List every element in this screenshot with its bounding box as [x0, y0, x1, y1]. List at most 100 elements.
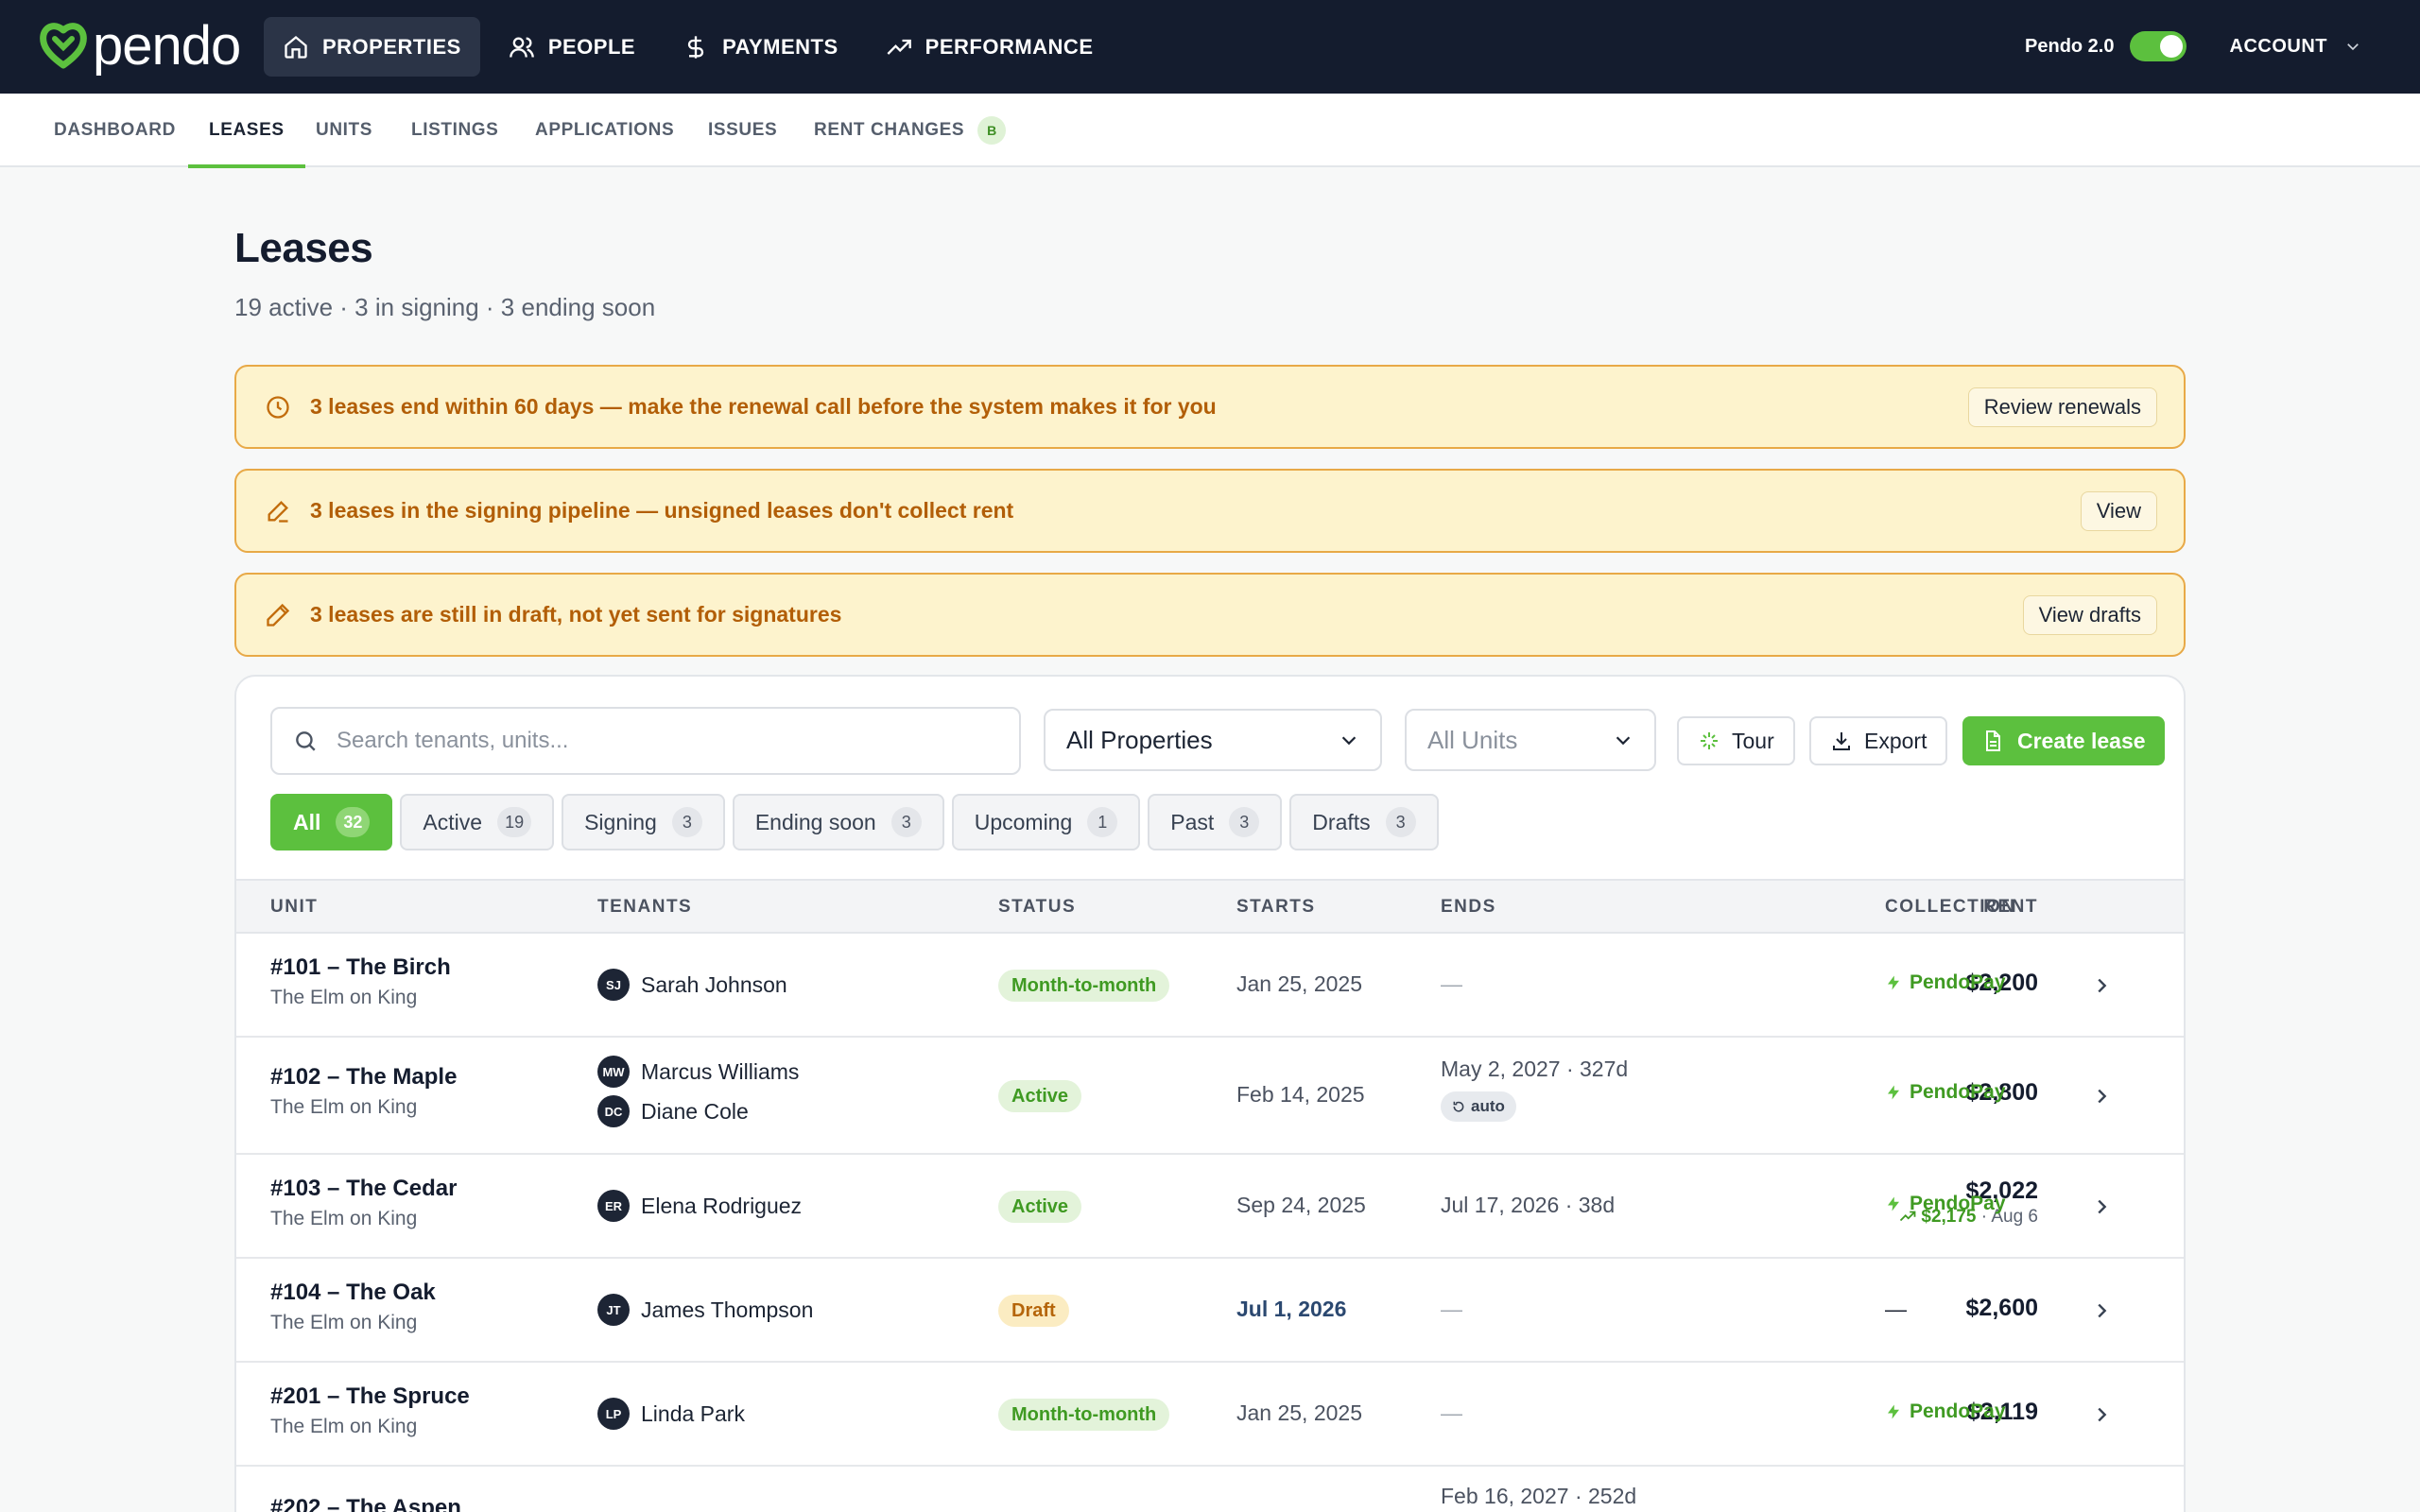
version-toggle[interactable]: [2129, 31, 2187, 61]
filter-ending-soon[interactable]: Ending soon 3: [732, 794, 944, 850]
filter-upcoming[interactable]: Upcoming 1: [951, 794, 1141, 850]
tab-listings[interactable]: LISTINGS: [411, 94, 498, 167]
view-drafts-button[interactable]: View drafts: [2022, 595, 2157, 635]
tab-units[interactable]: UNITS: [316, 94, 372, 167]
tenant[interactable]: LP Linda Park: [597, 1397, 745, 1431]
col-starts[interactable]: STARTS: [1236, 881, 1316, 934]
start-date: Jan 25, 2025: [1236, 1400, 1363, 1425]
nav-properties[interactable]: PROPERTIES: [264, 17, 480, 77]
chevron-right-icon[interactable]: [2091, 1196, 2112, 1217]
col-status[interactable]: STATUS: [998, 881, 1076, 934]
status-badge: Month-to-month: [998, 1399, 1170, 1431]
unit-name[interactable]: #102 – The Maple: [270, 1064, 457, 1091]
filter-signing[interactable]: Signing 3: [562, 794, 725, 850]
nav-payments[interactable]: PAYMENTS: [664, 17, 857, 77]
unit-name[interactable]: #104 – The Oak: [270, 1280, 436, 1306]
review-renewals-button[interactable]: Review renewals: [1967, 387, 2157, 427]
tenant[interactable]: MW Marcus Williams: [597, 1055, 799, 1089]
unit-property: The Elm on King: [270, 1208, 418, 1229]
filter-active[interactable]: Active 19: [400, 794, 555, 850]
table-row[interactable]: #202 – The Aspen Feb 16, 2027 · 252d: [236, 1467, 2184, 1512]
avatar: ER: [597, 1190, 630, 1222]
tenant-name: Linda Park: [641, 1400, 745, 1426]
unit-select[interactable]: All Units: [1405, 709, 1656, 771]
chevron-right-icon[interactable]: [2091, 1300, 2112, 1321]
table-row[interactable]: #201 – The Spruce The Elm on King LP Lind…: [236, 1363, 2184, 1467]
avatar: SJ: [597, 969, 630, 1001]
filter-label: Active: [423, 809, 483, 834]
table-row[interactable]: #104 – The Oak The Elm on King JT James T…: [236, 1259, 2184, 1363]
tab-rent-changes[interactable]: RENT CHANGES B: [814, 94, 1007, 167]
tenant-name: Marcus Williams: [641, 1058, 800, 1084]
tab-issues[interactable]: ISSUES: [708, 94, 777, 167]
auto-renew-label: auto: [1471, 1097, 1505, 1115]
col-unit[interactable]: UNIT: [270, 881, 318, 934]
end-date: —: [1441, 971, 1462, 996]
unit-name[interactable]: #101 – The Birch: [270, 954, 451, 981]
chevron-right-icon[interactable]: [2091, 975, 2112, 996]
tenant-name: Sarah Johnson: [641, 971, 787, 997]
chevron-right-icon[interactable]: [2091, 1404, 2112, 1425]
filter-all[interactable]: All 32: [270, 794, 393, 850]
unit-name[interactable]: #201 – The Spruce: [270, 1383, 470, 1410]
page-title: Leases: [234, 225, 373, 271]
signing-alert-banner: 3 leases in the signing pipeline — unsig…: [234, 469, 2186, 553]
collection-label: PendoPay: [1910, 1081, 2006, 1103]
filter-count: 1: [1087, 807, 1118, 837]
chevron-right-icon[interactable]: [2091, 1086, 2112, 1107]
tenant[interactable]: JT James Thompson: [597, 1293, 813, 1327]
search-box[interactable]: [270, 707, 1021, 775]
property-select[interactable]: All Properties: [1044, 709, 1382, 771]
clock-icon: [267, 395, 289, 419]
create-lease-label: Create lease: [2017, 728, 2146, 753]
col-collection[interactable]: COLLECTION: [1885, 881, 2016, 934]
export-button[interactable]: Export: [1809, 716, 1948, 765]
leases-card: All Properties All Units Tour Export Cre…: [234, 675, 2186, 1512]
unit-cell: #202 – The Aspen: [270, 1495, 461, 1512]
tab-leases[interactable]: LEASES: [188, 94, 305, 168]
col-tenants[interactable]: TENANTS: [597, 881, 692, 934]
tour-button[interactable]: Tour: [1677, 716, 1795, 765]
table-row[interactable]: #102 – The Maple The Elm on King MW Marcu…: [236, 1038, 2184, 1155]
view-signing-button[interactable]: View: [2080, 491, 2157, 531]
rent-amount: $2,600: [1965, 1295, 2038, 1321]
tab-dashboard[interactable]: DASHBOARD: [54, 94, 176, 167]
account-menu[interactable]: ACCOUNT: [2230, 36, 2362, 58]
avatar: JT: [597, 1294, 630, 1326]
tour-label: Tour: [1732, 728, 1774, 753]
filter-past[interactable]: Past 3: [1148, 794, 1283, 850]
filter-count: 3: [890, 807, 922, 837]
table-row[interactable]: #103 – The Cedar The Elm on King ER Elena…: [236, 1155, 2184, 1259]
nav-payments-label: PAYMENTS: [722, 34, 838, 59]
tenant[interactable]: ER Elena Rodriguez: [597, 1189, 802, 1223]
search-icon: [296, 731, 316, 751]
unit-name[interactable]: #103 – The Cedar: [270, 1176, 457, 1202]
unit-name[interactable]: #202 – The Aspen: [270, 1495, 461, 1512]
end-date: —: [1441, 1400, 1462, 1425]
banner-text: 3 leases are still in draft, not yet sen…: [310, 602, 842, 627]
version-label: Pendo 2.0: [2025, 35, 2115, 57]
account-label: ACCOUNT: [2229, 35, 2327, 57]
nav-people-label: PEOPLE: [547, 34, 636, 59]
col-ends[interactable]: ENDS: [1441, 881, 1496, 934]
nav-people[interactable]: PEOPLE: [490, 17, 654, 77]
status-badge: Month-to-month: [998, 970, 1170, 1002]
tenant[interactable]: SJ Sarah Johnson: [597, 968, 787, 1002]
collection-method: PendoPay: [1885, 971, 2006, 994]
end-date: Jul 17, 2026 · 38d: [1441, 1193, 1616, 1217]
trend-up-icon: [887, 39, 911, 55]
filter-count: 19: [497, 807, 532, 837]
start-date: Jul 1, 2026: [1236, 1297, 1347, 1321]
tenant[interactable]: DC Diane Cole: [597, 1094, 799, 1128]
table-row[interactable]: #101 – The Birch The Elm on King SJ Sarah…: [236, 934, 2184, 1038]
tenant-name: Diane Cole: [641, 1098, 749, 1124]
create-lease-button[interactable]: Create lease: [1962, 716, 2165, 765]
collection-method: PendoPay: [1885, 1081, 2006, 1104]
filter-drafts[interactable]: Drafts 3: [1289, 794, 1439, 850]
home-icon: [285, 35, 307, 59]
pendo-logo[interactable]: pendo: [40, 17, 241, 76]
top-nav: pendo PROPERTIES PEOPLE PAYMENTS PERFORM…: [0, 0, 2420, 94]
search-input[interactable]: [337, 728, 998, 754]
tab-applications[interactable]: APPLICATIONS: [535, 94, 674, 167]
nav-performance[interactable]: PERFORMANCE: [867, 17, 1113, 77]
